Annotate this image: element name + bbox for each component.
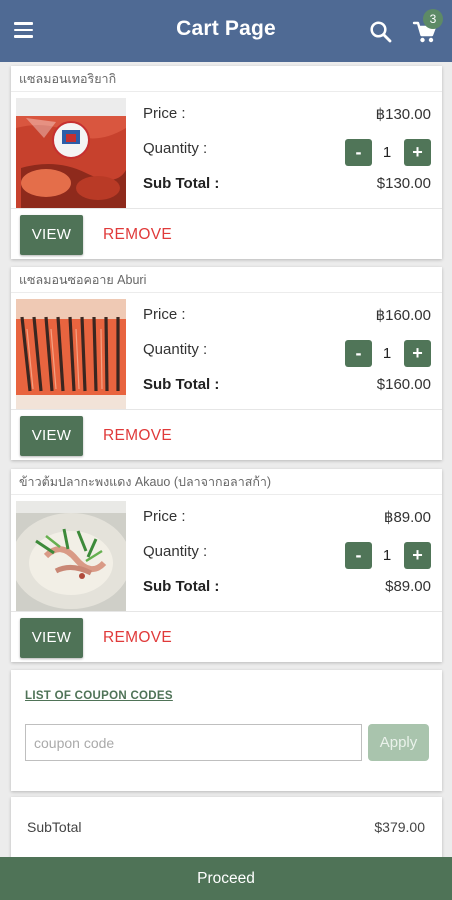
view-button[interactable]: VIEW — [20, 618, 83, 658]
price-label: Price : — [143, 508, 186, 525]
coupon-section: LIST OF COUPON CODES Apply — [11, 670, 442, 791]
quantity-decrease-button[interactable]: - — [345, 139, 372, 166]
cart-item-details: Price : ฿130.00 Quantity : - 1 + Sub Tot… — [11, 92, 442, 209]
product-image[interactable] — [16, 501, 126, 611]
subtotal-summary-label: SubTotal — [27, 819, 82, 835]
cart-item-details: Price : ฿89.00 Quantity : - 1 + Sub Tota… — [11, 495, 442, 612]
cart-item: แซลมอนซอคอาย Aburi Price: ฿160.00 Quant… — [11, 267, 442, 460]
quantity-decrease-button[interactable]: - — [345, 542, 372, 569]
product-image[interactable] — [16, 98, 126, 208]
quantity-decrease-button[interactable]: - — [345, 340, 372, 367]
coupon-list-link[interactable]: LIST OF COUPON CODES — [25, 690, 173, 702]
apply-coupon-button[interactable]: Apply — [368, 724, 429, 761]
quantity-value: 1 — [382, 547, 392, 564]
proceed-button[interactable]: Proceed — [0, 857, 452, 900]
price-value: ฿160.00 — [375, 307, 431, 324]
price-label: Price : — [143, 306, 186, 323]
cart-count-badge: 3 — [423, 9, 443, 29]
cart-item: แซลมอนเทอริยากิ Price : ฿130.00 Quantity… — [11, 66, 442, 259]
view-button[interactable]: VIEW — [20, 416, 83, 456]
remove-button[interactable]: REMOVE — [103, 226, 172, 244]
cart-item-details: Price : ฿160.00 Quantity : - 1 + Sub Tot… — [11, 293, 442, 410]
subtotal-label: Sub Total : — [143, 578, 220, 595]
quantity-label: Quantity : — [143, 341, 208, 358]
subtotal-value: $130.00 — [376, 175, 431, 192]
search-icon[interactable] — [368, 19, 394, 45]
product-name: แซลมอนซอคอาย Aburi — [11, 267, 442, 293]
subtotal-label: Sub Total : — [143, 175, 220, 192]
remove-button[interactable]: REMOVE — [103, 629, 172, 647]
quantity-increase-button[interactable]: + — [404, 542, 431, 569]
quantity-label: Quantity : — [143, 543, 208, 560]
coupon-code-input[interactable] — [25, 724, 362, 761]
cart-item: ข้าวต้มปลากะพงแดง Akauo (ปลาจากอลาสก้า) … — [11, 469, 442, 662]
subtotal-summary-value: $379.00 — [374, 819, 425, 835]
subtotal-label: Sub Total : — [143, 376, 220, 393]
quantity-increase-button[interactable]: + — [404, 340, 431, 367]
product-name: แซลมอนเทอริยากิ — [11, 66, 442, 92]
app-bar: Cart Page 3 — [0, 0, 452, 62]
view-button[interactable]: VIEW — [20, 215, 83, 255]
price-label: Price : — [143, 105, 186, 122]
price-value: ฿130.00 — [375, 106, 431, 123]
cart-item-actions: VIEW REMOVE — [11, 410, 442, 460]
cart-item-actions: VIEW REMOVE — [11, 209, 442, 259]
quantity-label: Quantity : — [143, 140, 208, 157]
price-value: ฿89.00 — [383, 509, 431, 526]
subtotal-value: $160.00 — [376, 376, 431, 393]
product-image[interactable] — [16, 299, 126, 409]
remove-button[interactable]: REMOVE — [103, 427, 172, 445]
quantity-value: 1 — [382, 144, 392, 161]
subtotal-value: $89.00 — [385, 578, 431, 595]
quantity-value: 1 — [382, 345, 392, 362]
cart-item-actions: VIEW REMOVE — [11, 612, 442, 662]
product-name: ข้าวต้มปลากะพงแดง Akauo (ปลาจากอลาสก้า) — [11, 469, 442, 495]
quantity-increase-button[interactable]: + — [404, 139, 431, 166]
